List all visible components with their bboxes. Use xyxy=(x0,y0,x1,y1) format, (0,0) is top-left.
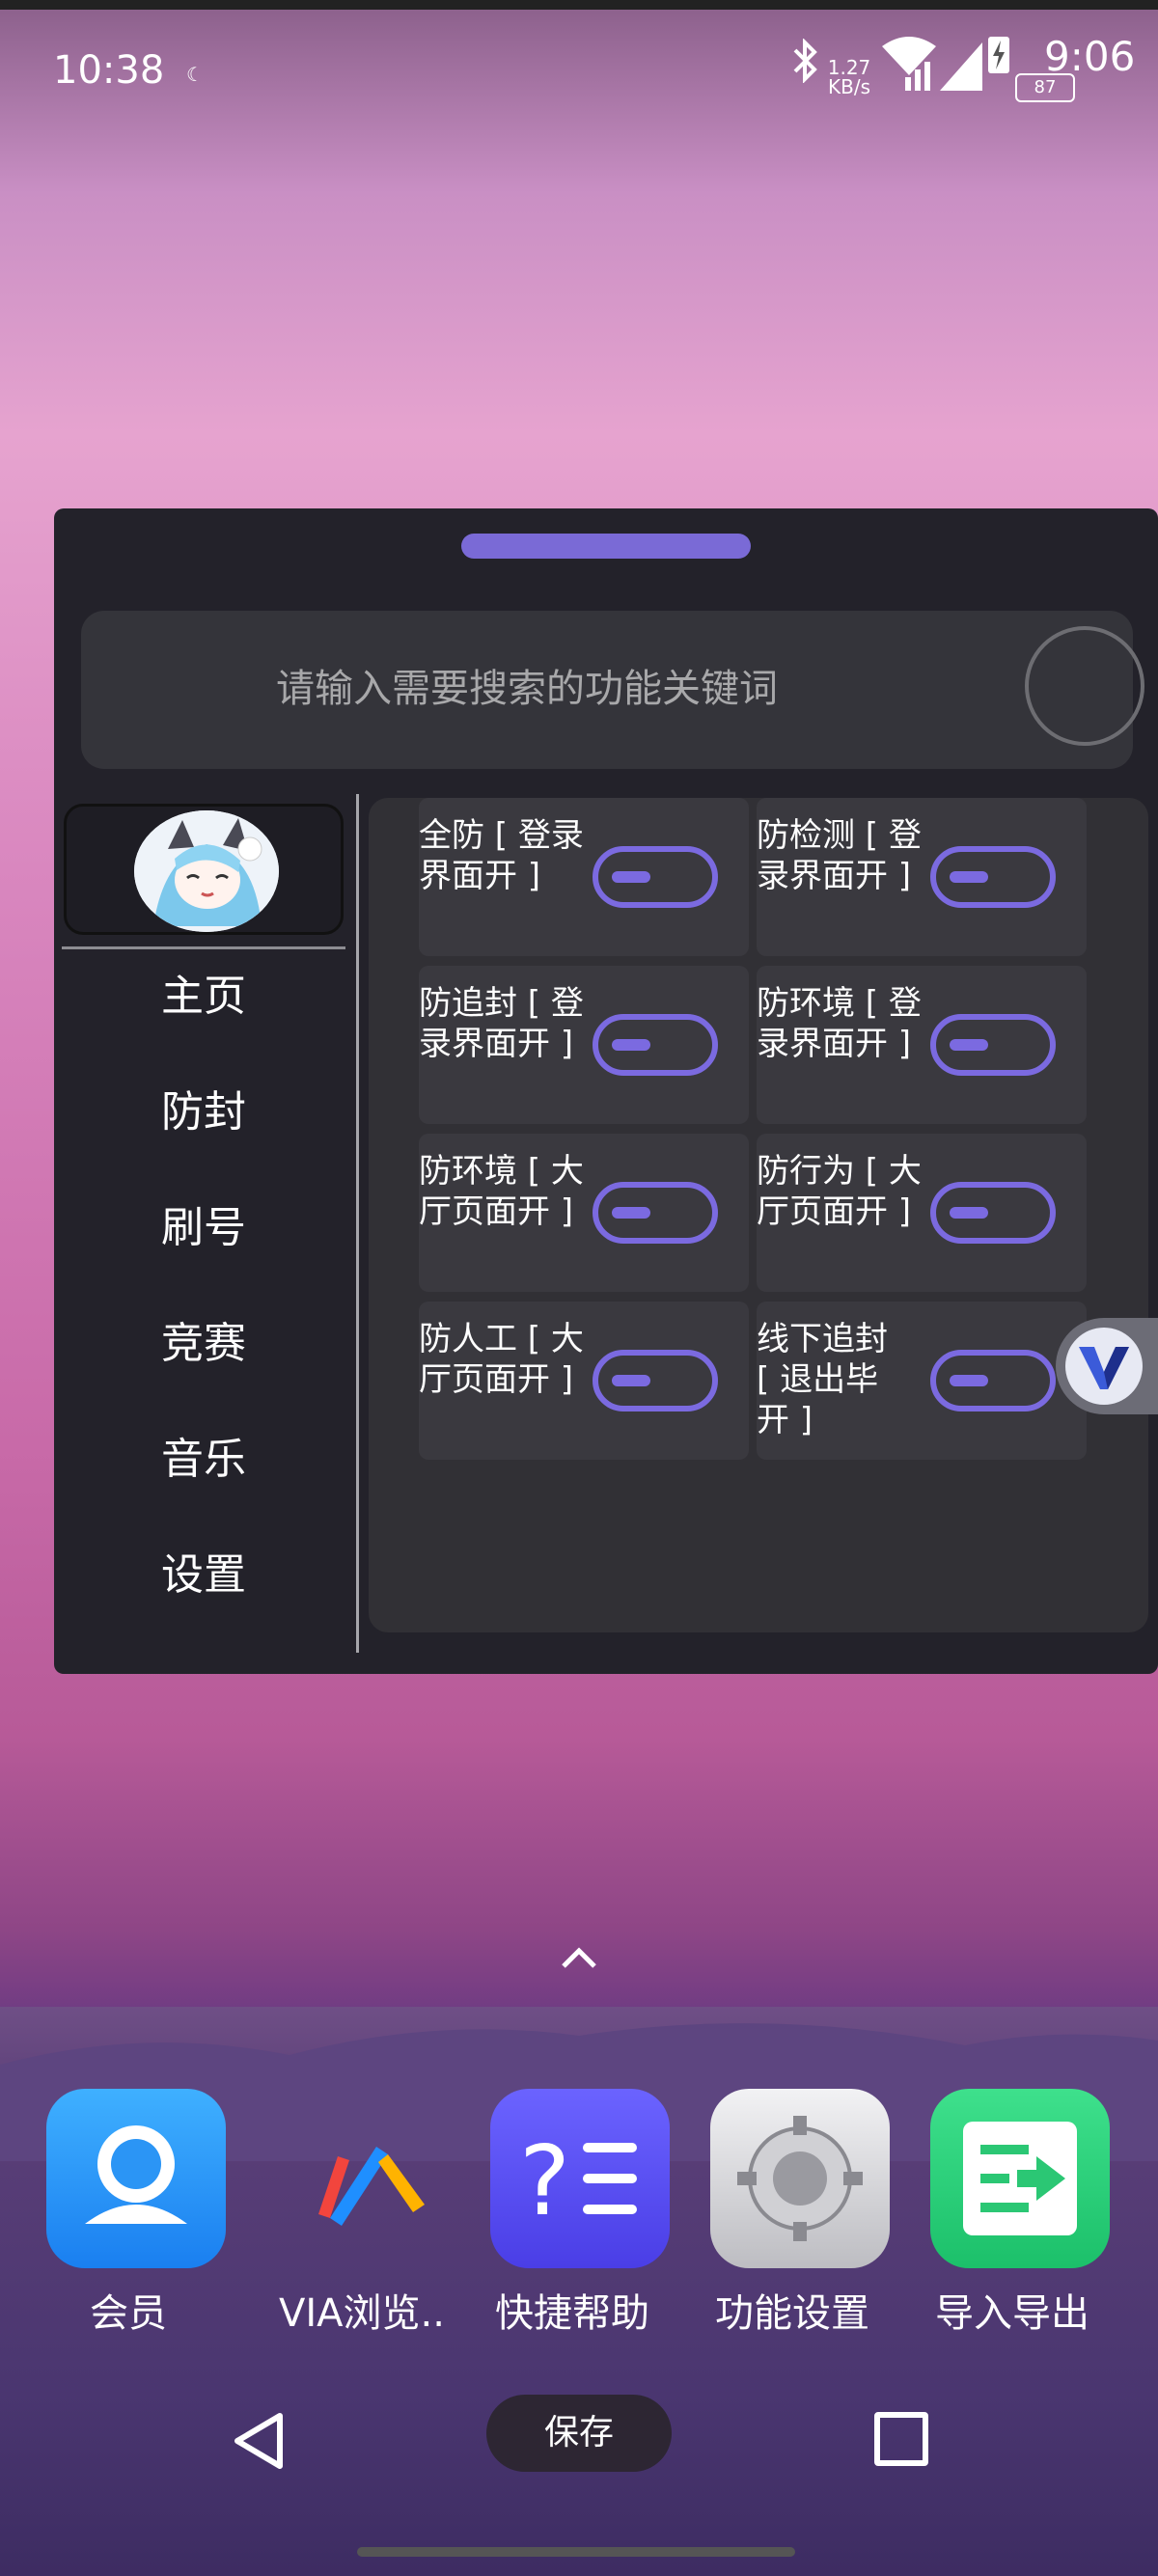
dock-label: 快捷帮助 xyxy=(495,2291,649,2336)
status-icons: 1.27 KB/s 87 9:06 xyxy=(791,29,1139,106)
dock-app-member[interactable]: 会员 xyxy=(27,2089,230,2340)
floating-menu-panel: 主页 防封 刷号 竞赛 音乐 设置 全防 [ 登录界面开 ] 防检测 [ 登录界… xyxy=(54,508,1158,1674)
floating-ball[interactable] xyxy=(1056,1318,1158,1414)
dock-label: VIA浏览.. xyxy=(279,2291,445,2336)
sidebar-item-settings[interactable]: 设置 xyxy=(62,1537,345,1614)
chevron-up-icon[interactable] xyxy=(560,1939,598,1978)
toggle-knob xyxy=(612,1039,650,1051)
toggle-label: 防人工 [ 大厅页面开 ] xyxy=(419,1320,584,1399)
toggle-knob xyxy=(612,1207,650,1219)
toggle-label: 防环境 [ 登录界面开 ] xyxy=(757,984,922,1063)
dock-label: 导入导出 xyxy=(935,2291,1089,2336)
net-speed: 1.27 KB/s xyxy=(827,56,871,98)
avatar xyxy=(134,810,279,932)
dock-app-import-export[interactable]: 导入导出 xyxy=(911,2089,1114,2340)
toggle-knob xyxy=(950,1375,988,1386)
drag-handle[interactable] xyxy=(461,534,751,559)
dock-app-help[interactable]: ? 快捷帮助 xyxy=(471,2089,674,2340)
toggle-label: 防追封 [ 登录界面开 ] xyxy=(419,984,584,1063)
toggle-switch[interactable] xyxy=(593,1182,718,1244)
sidebar-item-competition[interactable]: 竞赛 xyxy=(62,1305,345,1383)
recents-icon[interactable] xyxy=(874,2412,928,2466)
toggle-switch[interactable] xyxy=(930,846,1056,908)
charging-icon xyxy=(988,37,1009,73)
search-box xyxy=(81,611,1144,769)
top-edge xyxy=(0,0,1158,10)
status-bar: 10:38 ☾ 1.27 KB/s 87 9:06 xyxy=(0,10,1158,125)
search-input[interactable] xyxy=(139,649,915,728)
toggle-label: 线下追封 [ 退出毕开 ] xyxy=(757,1320,888,1439)
sidebar-item-home[interactable]: 主页 xyxy=(62,958,345,1035)
toggle-knob xyxy=(950,1207,988,1219)
toggle-knob xyxy=(612,871,650,883)
toggle-card: 防环境 [ 登录界面开 ] xyxy=(757,966,1087,1124)
toggle-switch[interactable] xyxy=(593,1014,718,1076)
toggle-switch[interactable] xyxy=(930,1350,1056,1411)
toggle-knob xyxy=(612,1375,650,1386)
toggle-label: 全防 [ 登录界面开 ] xyxy=(419,816,584,895)
member-icon xyxy=(46,2089,226,2268)
toggle-card: 防追封 [ 登录界面开 ] xyxy=(419,966,749,1124)
sidebar-item-account[interactable]: 刷号 xyxy=(62,1190,345,1267)
svg-text:?: ? xyxy=(519,2124,570,2237)
toggle-card: 线下追封 [ 退出毕开 ] xyxy=(757,1302,1087,1460)
toggle-card: 防环境 [ 大厅页面开 ] xyxy=(419,1134,749,1292)
toggle-grid: 全防 [ 登录界面开 ] 防检测 [ 登录界面开 ] 防追封 [ 登录界面开 ]… xyxy=(369,798,1148,1632)
status-time: 10:38 xyxy=(53,48,165,93)
v-logo-icon xyxy=(1065,1328,1143,1405)
help-icon: ? xyxy=(490,2089,670,2268)
toggle-card: 防人工 [ 大厅页面开 ] xyxy=(419,1302,749,1460)
dock-label: 会员 xyxy=(90,2291,167,2336)
toggle-knob xyxy=(950,1039,988,1051)
toggle-switch[interactable] xyxy=(930,1182,1056,1244)
dock-app-settings[interactable]: 功能设置 xyxy=(691,2089,894,2340)
toggle-card: 防行为 [ 大厅页面开 ] xyxy=(757,1134,1087,1292)
dock-label: 功能设置 xyxy=(715,2291,869,2336)
toggle-switch[interactable] xyxy=(593,846,718,908)
notification-icon: ☾ xyxy=(186,63,204,86)
bluetooth-icon xyxy=(793,39,817,83)
toggle-label: 防环境 [ 大厅页面开 ] xyxy=(419,1152,584,1231)
settings-gear-icon xyxy=(710,2089,890,2268)
sidebar-divider xyxy=(62,946,345,949)
secondary-clock: 9:06 xyxy=(1044,33,1136,80)
dock-app-via[interactable]: VIA浏览.. xyxy=(261,2089,463,2340)
via-browser-icon xyxy=(280,2089,459,2268)
sidebar-item-anti-ban[interactable]: 防封 xyxy=(62,1074,345,1151)
save-button[interactable]: 保存 xyxy=(486,2395,672,2472)
toggle-label: 防行为 [ 大厅页面开 ] xyxy=(757,1152,922,1231)
toggle-switch[interactable] xyxy=(593,1350,718,1411)
avatar-frame[interactable] xyxy=(64,804,344,935)
toggle-switch[interactable] xyxy=(930,1014,1056,1076)
home-indicator[interactable] xyxy=(357,2547,795,2557)
back-icon[interactable] xyxy=(230,2410,288,2472)
toggle-knob xyxy=(950,871,988,883)
toggle-label: 防检测 [ 登录界面开 ] xyxy=(757,816,922,895)
sidebar-separator xyxy=(356,794,359,1653)
toggle-card: 防检测 [ 登录界面开 ] xyxy=(757,798,1087,956)
search-button[interactable] xyxy=(1025,626,1144,746)
import-export-icon xyxy=(930,2089,1110,2268)
sidebar-item-music[interactable]: 音乐 xyxy=(62,1421,345,1498)
toggle-card: 全防 [ 登录界面开 ] xyxy=(419,798,749,956)
sidebar: 主页 防封 刷号 竞赛 音乐 设置 xyxy=(62,794,359,1653)
